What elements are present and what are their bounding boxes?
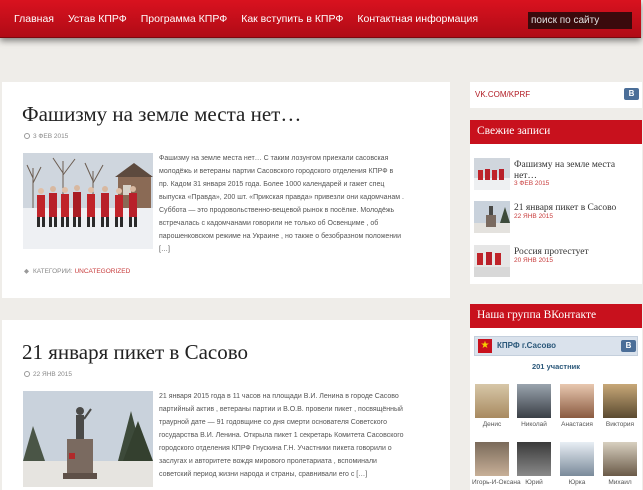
post-card: 21 января пикет в Сасово 22 ЯНВ 2015 21 … — [2, 320, 450, 490]
avatar — [560, 384, 594, 418]
vk-member[interactable]: Анастасия — [557, 384, 597, 438]
vk-member[interactable]: Денис — [472, 384, 512, 438]
avatar — [603, 384, 637, 418]
top-navigation-bar: Главная Устав КПРФ Программа КПРФ Как вс… — [0, 0, 641, 38]
post-title[interactable]: 21 января пикет в Сасово — [22, 340, 248, 365]
post-date: 3 ФЕВ 2015 — [24, 133, 68, 140]
avatar — [517, 442, 551, 476]
recent-post-item: Россия протестует 20 ЯНВ 2015 — [474, 241, 639, 281]
post-card: Фашизму на земле места нет… 3 ФЕВ 2015 Ф… — [2, 82, 450, 298]
vk-member-name: Николай — [521, 421, 547, 428]
category-link[interactable]: UNCATEGORIZED — [74, 268, 130, 275]
post-date-text: 22 ЯНВ 2015 — [33, 371, 73, 378]
clock-icon — [24, 371, 30, 377]
vk-member-name: Юрка — [568, 479, 586, 486]
post-category: ◆ КАТЕГОРИИ: UNCATEGORIZED — [24, 267, 130, 275]
nav-item-charter[interactable]: Устав КПРФ — [68, 13, 127, 25]
avatar — [517, 384, 551, 418]
clock-icon — [24, 133, 30, 139]
star-icon: ★ — [478, 339, 492, 353]
avatar — [603, 442, 637, 476]
vk-group-header: ★ КПРФ г.Сасово B — [474, 336, 638, 356]
vk-member-name: Виктория — [605, 421, 635, 428]
vk-member[interactable]: Юрий — [514, 442, 554, 490]
post-date-text: 3 ФЕВ 2015 — [33, 133, 69, 140]
nav-item-join[interactable]: Как вступить в КПРФ — [241, 13, 343, 25]
vk-member[interactable]: Михаил — [600, 442, 640, 490]
vk-member[interactable]: Николай — [514, 384, 554, 438]
recent-posts-heading: Свежие записи — [470, 120, 642, 144]
recent-post-item: 21 января пикет в Сасово 22 ЯНВ 2015 — [474, 197, 639, 237]
recent-post-item: Фашизму на земле места нет… 3 ФЕВ 2015 — [474, 154, 639, 194]
avatar — [560, 442, 594, 476]
nav-item-program[interactable]: Программа КПРФ — [141, 13, 227, 25]
post-excerpt: 21 января 2015 года в 11 часов на площад… — [159, 393, 404, 478]
recent-post-thumbnail[interactable] — [474, 201, 510, 233]
recent-post-thumbnail[interactable] — [474, 158, 510, 190]
recent-post-date: 20 ЯНВ 2015 — [514, 257, 554, 264]
vk-member[interactable]: Виктория — [600, 384, 640, 438]
vk-link[interactable]: VK.COM/KPRF — [475, 90, 530, 99]
vk-logo-icon[interactable]: B — [621, 340, 636, 352]
post-excerpt: Фашизму на земле места нет… С таким лозу… — [159, 155, 404, 253]
vk-group-name[interactable]: КПРФ г.Сасово — [497, 341, 556, 350]
nav-item-home[interactable]: Главная — [14, 13, 54, 25]
vk-group-widget: ★ КПРФ г.Сасово B 201 участник Денис Ник… — [470, 328, 642, 490]
vk-member-name: Денис — [482, 421, 502, 428]
recent-post-date: 22 ЯНВ 2015 — [514, 213, 554, 220]
vk-logo-icon[interactable]: B — [624, 88, 639, 100]
tag-icon: ◆ — [24, 268, 29, 275]
post-thumbnail-rally[interactable] — [23, 153, 153, 249]
vk-member[interactable]: Игорь-И-Оксана — [472, 442, 521, 490]
vk-member[interactable]: Юрка — [557, 442, 597, 490]
vk-member-name: Юрий — [525, 479, 543, 486]
search-input[interactable] — [528, 12, 632, 29]
avatar — [475, 384, 509, 418]
vk-member-name: Анастасия — [561, 421, 593, 428]
recent-posts-list: Фашизму на земле места нет… 3 ФЕВ 2015 2… — [470, 144, 642, 284]
post-title[interactable]: Фашизму на земле места нет… — [22, 102, 301, 127]
vk-member-count: 201 участник — [531, 362, 581, 371]
vk-member-name: Игорь-И-Оксана — [472, 479, 521, 486]
category-label: КАТЕГОРИИ: — [33, 268, 73, 275]
avatar — [475, 442, 509, 476]
post-date: 22 ЯНВ 2015 — [24, 371, 72, 378]
recent-post-date: 3 ФЕВ 2015 — [514, 180, 550, 187]
vk-member-name: Михаил — [608, 479, 632, 486]
recent-post-thumbnail[interactable] — [474, 245, 510, 277]
nav-menu: Главная Устав КПРФ Программа КПРФ Как вс… — [14, 0, 492, 38]
vk-group-heading: Наша группа ВКонтакте — [470, 304, 642, 328]
vk-link-box: VK.COM/KPRF B — [470, 82, 642, 108]
nav-item-contacts[interactable]: Контактная информация — [357, 13, 478, 25]
post-thumbnail-monument[interactable] — [23, 391, 153, 487]
recent-post-title[interactable]: Фашизму на земле места нет… — [514, 160, 639, 182]
